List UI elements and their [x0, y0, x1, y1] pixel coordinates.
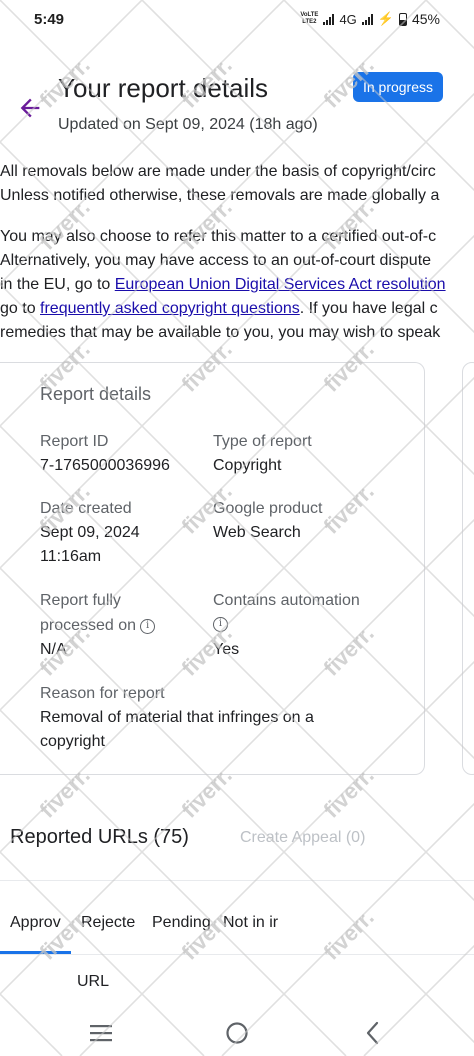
time-created-value: 11:16am: [40, 548, 102, 565]
intro-line-2: Unless notified otherwise, these removal…: [0, 187, 440, 204]
date-created-label: Date created: [40, 500, 132, 517]
recent-apps-button[interactable]: [86, 1020, 116, 1046]
intro-p2-line-4-suffix: . If you have legal c: [299, 300, 438, 317]
home-circle-icon: [226, 1022, 248, 1044]
home-button[interactable]: [222, 1020, 252, 1046]
google-product-value: Web Search: [213, 524, 301, 541]
eu-dsa-link[interactable]: European Union Digital Services Act reso…: [115, 276, 446, 293]
volte-label-bottom: LTE2: [302, 19, 317, 25]
battery-percent: 45%: [411, 11, 440, 27]
tab-rejected[interactable]: Rejecte: [81, 914, 143, 932]
reported-urls-title: Reported URLs (75): [10, 826, 189, 848]
report-id-value: 7-1765000036996: [40, 457, 170, 474]
reason-label: Reason for report: [40, 685, 165, 702]
processed-label-text: processed on: [40, 617, 137, 634]
intro-p2-line-3: in the EU, go to European Union Digital …: [0, 273, 474, 298]
battery-icon: [398, 12, 407, 26]
tab-not-in-index[interactable]: Not in ir: [223, 914, 295, 932]
status-badge: In progress: [353, 72, 443, 102]
google-product-label: Google product: [213, 500, 323, 517]
info-icon[interactable]: i: [213, 617, 228, 632]
processed-label-line-2: processed on i: [40, 614, 156, 638]
intro-p2-line-2: Alternatively, you may have access to an…: [0, 252, 432, 269]
watermark-text: fiverr.: [319, 905, 379, 965]
info-icon[interactable]: i: [140, 619, 156, 634]
intro-p2-line-4-text: go to: [0, 300, 41, 317]
tabs-divider: [0, 954, 474, 955]
next-card-peek[interactable]: [462, 362, 474, 775]
status-indicators: VoLTE LTE2 4G ⚡ 45%: [300, 11, 440, 27]
copyright-faq-link[interactable]: frequently asked copyright questions: [40, 300, 300, 317]
intro-p2-line-5: remedies that may be available to you, y…: [0, 324, 441, 341]
status-time: 5:49: [34, 11, 65, 28]
status-bar: 5:49 VoLTE LTE2 4G ⚡ 45%: [0, 0, 474, 40]
system-back-button[interactable]: [358, 1020, 388, 1046]
signal-icon-2: [361, 13, 373, 25]
url-column-header: URL: [77, 973, 110, 990]
automation-info: i: [209, 612, 228, 636]
automation-label: Contains automation: [213, 592, 360, 609]
data-saver-icon: ⚡: [377, 11, 394, 26]
updated-timestamp: Updated on Sept 09, 2024 (18h ago): [58, 116, 318, 133]
processed-label-line-1: Report fully: [40, 592, 121, 609]
back-chevron-icon: [366, 1021, 379, 1045]
automation-value: Yes: [213, 641, 240, 658]
system-nav-bar: [0, 1010, 474, 1056]
reason-value-line-1: Removal of material that infringes on a: [40, 709, 314, 726]
processed-value: N/A: [40, 641, 67, 658]
intro-p2-line-4: go to frequently asked copyright questio…: [0, 297, 474, 322]
tab-pending[interactable]: Pending: [152, 914, 215, 932]
back-arrow-icon: [20, 98, 40, 118]
reason-value-line-2: copyright: [40, 733, 105, 750]
report-type-value: Copyright: [213, 457, 282, 474]
intro-p2-line-1: You may also choose to refer this matter…: [0, 228, 437, 245]
create-appeal-button[interactable]: Create Appeal (0): [240, 829, 365, 847]
section-divider: [0, 880, 474, 881]
back-button[interactable]: [16, 94, 44, 122]
intro-line-1: All removals below are made under the ba…: [0, 163, 436, 180]
report-type-label: Type of report: [213, 433, 312, 450]
card-title: Report details: [40, 384, 152, 404]
tab-approved[interactable]: Approv: [10, 914, 74, 932]
date-created-value: Sept 09, 2024: [40, 524, 140, 541]
menu-icon: [90, 1025, 112, 1042]
report-id-label: Report ID: [40, 433, 109, 450]
volte-icon: VoLTE LTE2: [300, 12, 318, 26]
signal-icon: [323, 13, 335, 25]
network-type: 4G: [339, 11, 357, 27]
intro-p2-line-3-text: in the EU, go to: [0, 276, 115, 293]
volte-label-top: VoLTE: [300, 12, 319, 18]
page-title: Your report details: [58, 73, 269, 103]
